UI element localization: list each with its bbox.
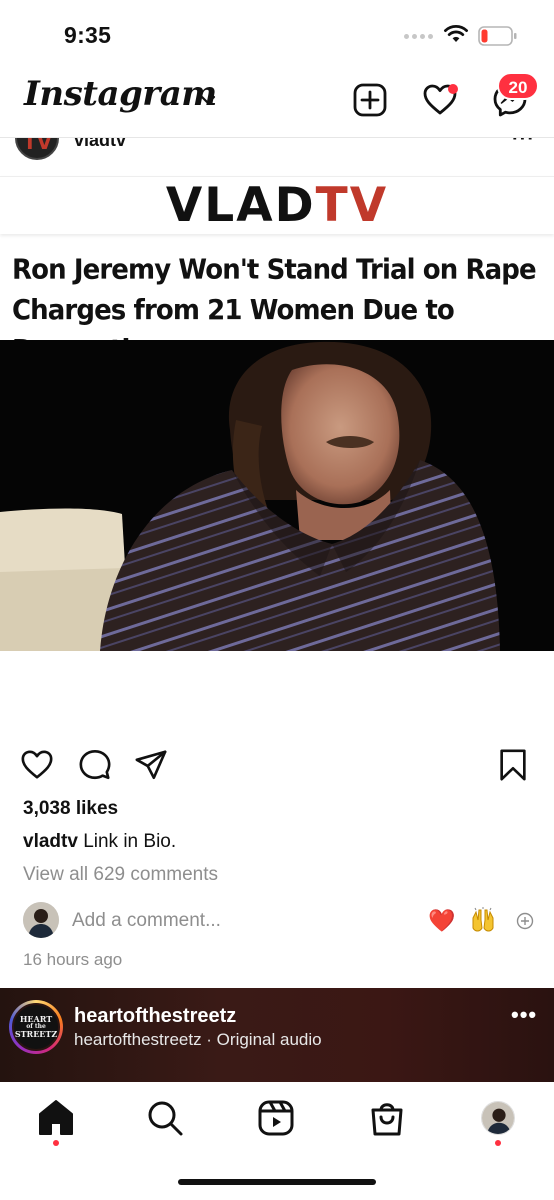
comment-icon[interactable] — [78, 748, 112, 782]
post-avatar[interactable]: TV — [15, 138, 59, 160]
profile-avatar — [481, 1101, 515, 1135]
add-emoji-icon[interactable] — [516, 912, 534, 930]
post-photo — [0, 340, 554, 651]
home-icon[interactable] — [36, 1098, 76, 1138]
share-icon[interactable] — [134, 748, 168, 782]
wifi-icon — [444, 25, 468, 42]
post-header: TV vladtv ··· — [0, 138, 554, 176]
battery-icon — [478, 26, 517, 46]
like-heart-icon[interactable] — [20, 748, 54, 782]
view-all-comments-link[interactable]: View all 629 comments — [23, 864, 218, 886]
messages-badge: 20 — [497, 72, 539, 100]
add-comment-input[interactable]: Add a comment... — [72, 910, 221, 932]
post-media[interactable]: VLADTV Ron Jeremy Won't Stand Trial on R… — [0, 176, 554, 740]
shop-bag-icon[interactable] — [367, 1098, 407, 1138]
home-tab-dot — [53, 1140, 59, 1146]
brand-banner: VLADTV — [0, 176, 554, 234]
status-time: 9:35 — [64, 22, 112, 48]
reel-audio-label[interactable]: heartofthestreetz · Original audio — [74, 1030, 322, 1050]
reel-preview[interactable]: HEART of the STREETZ heartofthestreetz h… — [0, 988, 554, 1082]
reels-icon[interactable] — [256, 1098, 296, 1138]
likes-count[interactable]: 3,038 likes — [23, 798, 118, 820]
post-timestamp: 16 hours ago — [23, 950, 123, 969]
status-bar: 9:35 — [0, 0, 554, 70]
reel-avatar: HEART of the STREETZ — [12, 1003, 60, 1051]
caption-text: Link in Bio. — [83, 831, 177, 852]
instagram-logo[interactable]: Instagram — [24, 74, 217, 114]
vladtv-logo: VLADTV — [165, 178, 389, 233]
new-post-icon[interactable] — [352, 82, 388, 118]
caption-username[interactable]: vladtv — [23, 831, 78, 852]
app-header: Instagram 20 — [0, 70, 554, 138]
quick-emoji-heart[interactable]: ❤️ — [428, 908, 455, 934]
my-avatar — [23, 902, 59, 938]
notification-dot — [448, 84, 458, 94]
profile-tab-dot — [495, 1140, 501, 1146]
home-indicator[interactable] — [178, 1179, 376, 1185]
quick-emoji-raised-hands-icon[interactable] — [469, 906, 497, 934]
reel-more-options-icon[interactable]: ••• — [511, 1002, 537, 1028]
search-icon[interactable] — [145, 1098, 185, 1138]
caption: vladtv Link in Bio. — [23, 831, 176, 853]
add-comment-row: Add a comment... ❤️ 🙌 — [0, 900, 554, 942]
profile-tab[interactable] — [478, 1098, 518, 1138]
bottom-tab-bar — [0, 1082, 554, 1200]
reel-avatar-ring[interactable]: HEART of the STREETZ — [9, 1000, 63, 1054]
more-options-icon[interactable]: ··· — [512, 138, 535, 151]
reel-username[interactable]: heartofthestreetz — [74, 1005, 236, 1028]
post-actions — [0, 744, 554, 786]
bookmark-icon[interactable] — [498, 748, 528, 782]
chevron-down-icon[interactable] — [200, 94, 216, 106]
post-username[interactable]: vladtv — [74, 138, 126, 151]
cellular-signal-icon — [404, 34, 433, 39]
